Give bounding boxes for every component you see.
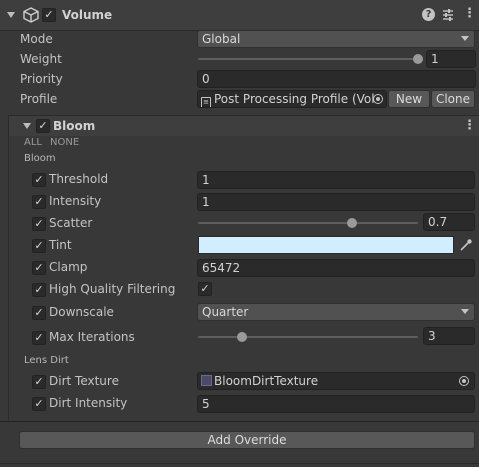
dirt-intensity-override-checkbox[interactable]: ✓ (32, 397, 46, 411)
lens-dirt-section-header: Lens Dirt (24, 355, 69, 366)
weight-label: Weight (20, 52, 62, 66)
threshold-label: Threshold (49, 172, 109, 186)
max-iterations-override-checkbox[interactable]: ✓ (32, 331, 46, 345)
component-title: Volume (62, 8, 113, 22)
dirt-intensity-label: Dirt Intensity (49, 396, 128, 410)
mode-dropdown[interactable]: Global (197, 30, 475, 48)
preset-icon[interactable] (441, 8, 455, 22)
threshold-override-checkbox[interactable]: ✓ (32, 173, 46, 187)
dirt-texture-value: BloomDirtTexture (214, 374, 319, 388)
downscale-label: Downscale (49, 305, 114, 319)
add-override-button[interactable]: Add Override (19, 431, 475, 449)
tint-color-swatch[interactable] (198, 236, 454, 254)
component-enabled-checkbox[interactable]: ✓ (42, 8, 56, 22)
dirt-texture-override-checkbox[interactable]: ✓ (32, 375, 46, 389)
dirt-texture-object-field[interactable]: BloomDirtTexture (197, 372, 475, 390)
downscale-dropdown[interactable]: Quarter (197, 303, 475, 321)
priority-label: Priority (20, 72, 63, 86)
bloom-header[interactable]: ✓ Bloom ⋮ (9, 116, 479, 136)
dirt-intensity-field[interactable]: 5 (197, 395, 475, 413)
object-picker-icon[interactable] (373, 94, 383, 104)
volume-component-header[interactable]: ✓ Volume ? ⋮ (0, 0, 479, 31)
mode-value: Global (202, 32, 241, 46)
profile-label: Profile (20, 92, 58, 106)
weight-slider-track[interactable] (198, 58, 418, 60)
foldout-arrow-icon[interactable] (23, 123, 31, 129)
priority-field[interactable]: 0 (197, 70, 476, 88)
volume-cube-icon (23, 7, 39, 23)
scatter-label: Scatter (49, 216, 93, 230)
profile-clone-button[interactable]: Clone (431, 90, 475, 108)
chevron-down-icon (461, 309, 469, 314)
intensity-override-checkbox[interactable]: ✓ (32, 195, 46, 209)
tint-label: Tint (49, 238, 72, 252)
bloom-kebab-menu-icon[interactable]: ⋮ (463, 119, 476, 133)
hq-filtering-toggle[interactable]: ✓ (198, 282, 212, 296)
profile-asset-icon: ≡ (201, 97, 211, 107)
chevron-down-icon (461, 36, 469, 41)
max-iterations-slider-track[interactable] (198, 336, 418, 338)
bloom-section-header: Bloom (24, 153, 56, 164)
clamp-label: Clamp (49, 260, 88, 274)
bloom-enabled-checkbox[interactable]: ✓ (36, 119, 50, 133)
downscale-override-checkbox[interactable]: ✓ (32, 306, 46, 320)
downscale-value: Quarter (202, 305, 249, 319)
max-iterations-label: Max Iterations (49, 330, 135, 344)
clamp-field[interactable]: 65472 (197, 259, 475, 277)
max-iterations-field[interactable]: 3 (423, 327, 475, 345)
scatter-override-checkbox[interactable]: ✓ (32, 217, 46, 231)
panel-divider (0, 421, 479, 422)
weight-field[interactable]: 1 (426, 50, 476, 68)
mode-label: Mode (20, 32, 53, 46)
object-picker-icon[interactable] (459, 376, 469, 386)
max-iterations-slider-thumb[interactable] (237, 332, 247, 342)
intensity-field[interactable]: 1 (197, 193, 475, 211)
profile-object-field[interactable]: ≡ Post Processing Profile (Vol (197, 90, 387, 108)
threshold-field[interactable]: 1 (197, 171, 475, 189)
none-link[interactable]: NONE (50, 137, 79, 148)
all-link[interactable]: ALL (24, 137, 42, 148)
dirt-texture-label: Dirt Texture (49, 374, 119, 388)
bottom-divider (0, 463, 479, 464)
eyedropper-icon[interactable] (459, 238, 473, 252)
bloom-title: Bloom (53, 119, 96, 133)
scatter-slider-thumb[interactable] (347, 218, 357, 228)
scatter-field[interactable]: 0.7 (423, 213, 475, 231)
scatter-slider-track[interactable] (198, 222, 418, 224)
intensity-label: Intensity (49, 194, 102, 208)
clamp-override-checkbox[interactable]: ✓ (32, 261, 46, 275)
tint-override-checkbox[interactable]: ✓ (32, 239, 46, 253)
profile-value: Post Processing Profile (Vol (214, 92, 375, 106)
profile-new-button[interactable]: New (388, 90, 430, 108)
foldout-arrow-icon[interactable] (7, 12, 15, 18)
help-icon[interactable]: ? (422, 8, 435, 21)
weight-slider-thumb[interactable] (413, 54, 423, 64)
hq-filtering-label: High Quality Filtering (49, 282, 176, 296)
texture-thumbnail-icon (201, 375, 212, 386)
kebab-menu-icon[interactable]: ⋮ (463, 7, 476, 21)
hq-filtering-override-checkbox[interactable]: ✓ (32, 283, 46, 297)
